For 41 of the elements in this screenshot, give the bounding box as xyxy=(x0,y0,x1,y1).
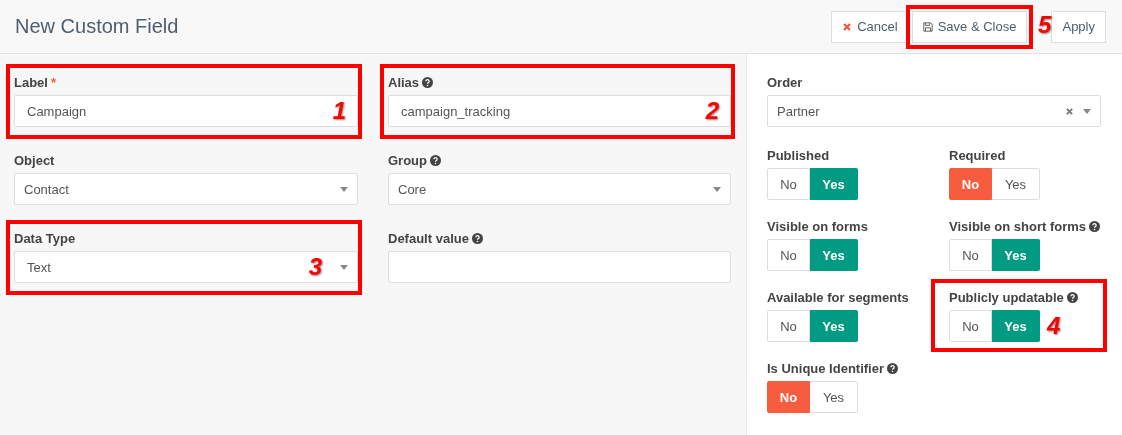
field-label: Label xyxy=(14,74,48,90)
field-label: Default value xyxy=(388,230,469,246)
field-label: Group xyxy=(388,152,427,168)
page-title: New Custom Field xyxy=(15,15,179,38)
input-field[interactable] xyxy=(388,251,731,283)
caret-icon xyxy=(713,186,721,192)
caret-icon xyxy=(1083,108,1091,114)
toggle-label: Visible on forms xyxy=(767,218,868,234)
no-option[interactable]: No xyxy=(949,310,992,342)
toggle-label: Publicly updatable xyxy=(949,289,1064,305)
toggle-label: Available for segments xyxy=(767,289,909,305)
yes-option[interactable]: Yes xyxy=(992,168,1040,200)
toggle-label: Is Unique Identifier xyxy=(767,360,884,376)
callout-number: 3 xyxy=(308,255,322,279)
field-label: Alias xyxy=(388,74,420,90)
callout-number: 5 xyxy=(1038,12,1052,37)
required-mark: * xyxy=(50,74,57,90)
cancel-button[interactable]: Cancel xyxy=(831,10,909,43)
save-close-button[interactable]: Save & Close xyxy=(911,10,1028,43)
select-field[interactable]: Partner xyxy=(767,95,1101,127)
field-label: Order xyxy=(767,74,803,90)
no-option[interactable]: No xyxy=(949,239,992,271)
toggle-label: Published xyxy=(767,147,830,163)
yes-option[interactable]: Yes xyxy=(810,381,858,413)
clear-icon[interactable] xyxy=(1065,106,1074,116)
field-label: Object xyxy=(14,152,55,168)
no-option[interactable]: No xyxy=(767,310,810,342)
caret-icon xyxy=(340,186,348,192)
apply-button[interactable]: Apply xyxy=(1051,10,1106,43)
callout-number: 2 xyxy=(705,99,719,123)
no-option[interactable]: No xyxy=(767,168,810,200)
toggle-label: Required xyxy=(949,147,1006,163)
caret-icon xyxy=(340,264,348,270)
select-field[interactable]: Contact xyxy=(14,173,358,205)
select-field[interactable]: Core xyxy=(388,173,731,205)
close-icon xyxy=(842,21,853,32)
toggle-label: Visible on short forms xyxy=(949,218,1086,234)
field-label: Data Type xyxy=(14,230,76,246)
callout-number: 1 xyxy=(332,99,346,123)
callout-number: 4 xyxy=(1047,314,1061,338)
no-option[interactable]: No xyxy=(767,239,810,271)
